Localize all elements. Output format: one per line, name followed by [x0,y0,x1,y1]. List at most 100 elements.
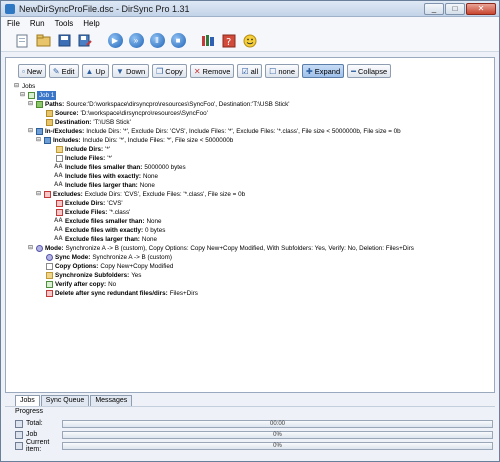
tree-includes[interactable]: ⊟ Includes: Include Dirs: '*', Include Fil… [36,136,233,145]
tree-verify[interactable]: Verify after copy: No [46,280,116,289]
new-job-button[interactable]: ▫ New [18,64,46,78]
main-toolbar: ▶ » Ⅱ ■ ? [1,30,499,52]
paths-icon [36,101,43,108]
total-icon [15,419,23,428]
tab-sync-queue[interactable]: Sync Queue [40,395,90,406]
include-filter-icon [44,137,51,144]
collapse-toggle-icon[interactable]: ⊟ [28,127,34,136]
close-button[interactable]: ✕ [466,2,496,15]
maximize-button[interactable]: □ [445,2,465,15]
mode-icon [36,245,43,252]
edit-icon: ✎ [52,66,60,76]
delete-icon [46,290,53,297]
file-size-icon: AA [54,227,63,233]
tree-excludes[interactable]: ⊟ Excludes: Exclude Dirs: 'CVS', Exclude F… [36,190,245,199]
destination-folder-icon [46,119,53,126]
tree-exclude-dirs[interactable]: Exclude Dirs: 'CVS' [56,199,123,208]
tree-include-larger[interactable]: AA Include files larger than: None [54,181,155,190]
open-folder-icon[interactable] [34,32,52,50]
tree-delete[interactable]: Delete after sync redundant files/dirs: F… [46,289,198,298]
remove-job-button[interactable]: ✕ Remove [189,64,235,78]
tree-include-files[interactable]: Include Files: '*' [56,154,112,163]
job-progress-bar: 0% [62,430,493,439]
copy-icon: ❐ [156,66,164,76]
file-size-icon: AA [54,236,63,242]
tab-messages[interactable]: Messages [90,395,133,406]
edit-job-button[interactable]: ✎ Edit [48,64,79,78]
file-icon [56,155,63,162]
excluded-file-icon [56,209,63,216]
tree-paths[interactable]: ⊟ Paths: Source:'D:\workspace\dirsyncpro\r… [28,100,289,109]
tree-include-smaller[interactable]: AA Include files smaller than: 5000000 byt… [54,163,186,172]
collapse-toggle-icon[interactable]: ⊟ [20,91,26,100]
select-all-button[interactable]: ☑ all [237,64,263,78]
new-file-icon[interactable] [13,32,31,50]
collapse-icon: ━ [351,66,356,76]
stop-icon[interactable]: ■ [169,32,187,50]
tree-exclude-larger[interactable]: AA Exclude files larger than: None [54,235,157,244]
arrow-down-icon: ▼ [116,66,124,76]
job-icon [15,430,23,439]
pause-icon[interactable]: Ⅱ [148,32,166,50]
move-down-button[interactable]: ▼ Down [112,64,150,78]
tree-source[interactable]: Source: 'D:\workspace\dirsyncpro\resource… [46,109,208,118]
progress-label: Progress [15,408,44,415]
tree-sync-mode[interactable]: Sync Mode: Synchronize A -> B (custom) [46,253,172,262]
tree-exclude-files[interactable]: Exclude Files: '*.class' [56,208,130,217]
menu-tools[interactable]: Tools [55,19,74,28]
checkbox-checked-icon: ☑ [241,66,249,76]
source-folder-icon [46,110,53,117]
total-progress-bar: 00:00 [62,419,493,428]
exclude-filter-icon [44,191,51,198]
progress-total-row: Total: 00:00 [15,419,493,428]
help-icon[interactable]: ? [220,32,238,50]
tree-exclude-smaller[interactable]: AA Exclude files smaller than: None [54,217,162,226]
tree-include-exactly[interactable]: AA Include files with exactly: None [54,172,158,181]
tree-root[interactable]: ⊟ Jobs [14,82,35,91]
tree-subfolders[interactable]: Synchronize Subfolders: Yes [46,271,141,280]
subfolders-icon [46,272,53,279]
collapse-button[interactable]: ━ Collapse [347,64,392,78]
move-up-button[interactable]: ▲ Up [81,64,110,78]
books-icon[interactable] [199,32,217,50]
expand-button[interactable]: ✚ Expand [302,64,345,78]
tree-exclude-exactly[interactable]: AA Exclude files with exactly: 0 bytes [54,226,165,235]
menu-file[interactable]: File [7,19,20,28]
collapse-toggle-icon[interactable]: ⊟ [36,190,42,199]
job-checkbox-icon[interactable] [28,92,35,99]
tree-inex[interactable]: ⊟ In-/Excludes: Include Dirs: '*', Exclude… [28,127,401,136]
file-size-icon: AA [54,218,63,224]
progress-job-row: Job 0% [15,430,493,439]
save-icon[interactable] [55,32,73,50]
tree-copy-options[interactable]: Copy Options: Copy New+Copy Modified [46,262,173,271]
collapse-toggle-icon[interactable]: ⊟ [28,244,34,253]
tab-jobs[interactable]: Jobs [15,395,40,406]
run-icon[interactable]: ▶ [106,32,124,50]
menu-help[interactable]: Help [83,19,99,28]
copy-job-button[interactable]: ❐ Copy [152,64,187,78]
run-all-icon[interactable]: » [127,32,145,50]
file-size-icon: AA [54,182,63,188]
job-toolbar: ▫ New ✎ Edit ▲ Up ▼ Down ❐ Copy ✕ Remove ☑ all … [18,64,392,78]
progress-panel: Progress Total: 00:00 Job 0% Current ite… [5,406,495,458]
tree-job[interactable]: ⊟ Job 1 [20,91,57,100]
file-size-icon: AA [54,173,63,179]
app-logo-icon [5,3,15,14]
tree-destination[interactable]: Destination: 'T:\USB Stick' [46,118,131,127]
save-as-icon[interactable] [76,32,94,50]
title-bar: NewDirSyncProFile.dsc - DirSync Pro 1.31… [1,1,499,17]
verify-icon [46,281,53,288]
file-size-icon: AA [54,164,63,170]
tree-include-dirs[interactable]: Include Dirs: '*' [56,145,110,154]
window-controls: _ □ ✕ [424,2,499,15]
collapse-toggle-icon[interactable]: ⊟ [14,82,20,91]
minimize-button[interactable]: _ [424,2,444,15]
menu-run[interactable]: Run [30,19,45,28]
smiley-icon[interactable] [241,32,259,50]
svg-text:?: ? [226,37,231,48]
collapse-toggle-icon[interactable]: ⊟ [36,136,42,145]
select-none-button[interactable]: ☐ none [265,64,299,78]
copy-options-icon [46,263,53,270]
collapse-toggle-icon[interactable]: ⊟ [28,100,34,109]
tree-mode[interactable]: ⊟ Mode: Synchronize A -> B (custom), Copy … [28,244,414,253]
